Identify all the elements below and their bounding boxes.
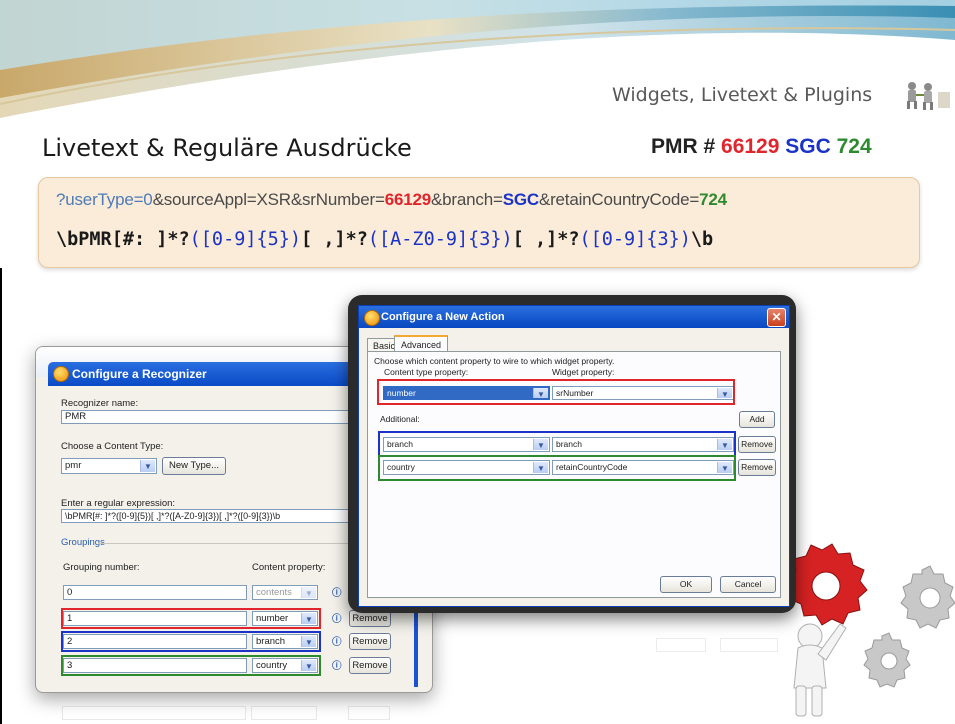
info-icon: ⓘ: [332, 588, 342, 599]
regex-group-1: ([0-9]{5}): [189, 229, 302, 250]
url-part-2: &sourceAppl=XSR&srNumber=: [152, 190, 385, 209]
widget-property-label: Widget property:: [552, 367, 615, 377]
content-type-label: Choose a Content Type:: [61, 441, 164, 452]
highlight-blue: [61, 631, 321, 652]
advanced-panel: Choose which content property to wire to…: [367, 351, 781, 598]
content-type-property-label: Content type property:: [384, 367, 469, 377]
action-title: Configure a New Action: [381, 311, 505, 323]
chevron-down-icon: ▼: [140, 460, 155, 472]
remove-button[interactable]: Remove: [738, 436, 776, 453]
pmr-heading: PMR # 66129 SGC 724: [651, 135, 872, 159]
regex-part-2: [ ,]*?: [301, 229, 368, 250]
recognizer-title: Configure a Recognizer: [72, 367, 207, 381]
content-type-select[interactable]: pmr ▼: [61, 458, 157, 474]
highlight-red: [61, 608, 321, 629]
action-titlebar[interactable]: Configure a New Action ✕: [359, 306, 789, 328]
reflection-field: [656, 638, 706, 652]
code-box: ?userType=0&sourceAppl=XSR&srNumber=6612…: [38, 177, 920, 268]
pmr-sgc: SGC: [785, 135, 831, 158]
content-property-value: contents: [256, 587, 292, 598]
highlight-red: [377, 379, 735, 405]
remove-button[interactable]: Remove: [738, 459, 776, 476]
highlight-blue: [378, 431, 736, 457]
ok-button[interactable]: OK: [660, 576, 712, 593]
info-icon: ⓘ: [332, 614, 342, 625]
regex-part-1: \bPMR[#: ]*?: [56, 229, 190, 250]
url-branch: SGC: [502, 190, 539, 209]
recognizer-reflection: [35, 700, 431, 724]
regex-part-3: [ ,]*?: [512, 229, 580, 250]
close-icon[interactable]: ✕: [767, 308, 786, 327]
url-line: ?userType=0&sourceAppl=XSR&srNumber=6612…: [56, 190, 727, 210]
reflection-field: [251, 706, 317, 720]
grouping-number-field[interactable]: 0: [63, 585, 247, 600]
highlight-green: [378, 455, 736, 481]
highlight-green: [61, 655, 321, 676]
pmr-code: 724: [836, 135, 872, 158]
content-property-header: Content property:: [252, 562, 326, 573]
pmr-prefix: PMR #: [651, 135, 722, 158]
new-type-button[interactable]: New Type...: [162, 457, 226, 475]
regex-line: \bPMR[#: ]*?([0-9]{5})[ ,]*?([A-Z0-9]{3}…: [56, 229, 713, 250]
info-icon: ⓘ: [332, 661, 342, 672]
add-button[interactable]: Add: [739, 411, 775, 428]
regex-part-4: \b: [690, 229, 714, 250]
pmr-number: 66129: [721, 135, 780, 158]
content-property-select[interactable]: contents ▼: [252, 585, 318, 600]
regex-group-2: ([A-Z0-9]{3}): [367, 229, 513, 250]
slide-left-border: [0, 268, 2, 724]
regex-label: Enter a regular expression:: [61, 498, 176, 509]
action-dialog: Configure a New Action ✕ Basic Advanced …: [358, 305, 790, 607]
remove-button[interactable]: Remove: [349, 633, 391, 650]
slide-title: Livetext & Reguläre Ausdrücke: [42, 134, 412, 162]
regex-group-3: ([0-9]{3}): [579, 229, 691, 250]
panel-description: Choose which content property to wire to…: [374, 356, 615, 366]
url-srnumber: 66129: [384, 190, 432, 209]
url-part-3: &branch=: [431, 190, 503, 209]
reflection-field: [62, 706, 246, 720]
content-type-value: pmr: [65, 460, 82, 471]
url-part-1: ?userType=0: [56, 190, 153, 209]
additional-label: Additional:: [380, 414, 420, 424]
cancel-button[interactable]: Cancel: [720, 576, 776, 593]
slide-subtitle: Widgets, Livetext & Plugins: [612, 84, 873, 106]
app-orb-icon: [53, 366, 69, 382]
info-icon: ⓘ: [332, 637, 342, 648]
chevron-down-icon: ▼: [301, 587, 316, 598]
remove-button[interactable]: Remove: [349, 657, 391, 674]
grouping-number-header: Grouping number:: [63, 562, 140, 573]
url-country: 724: [699, 190, 727, 209]
reflection-field: [348, 706, 390, 720]
people-icon: [907, 82, 950, 110]
url-part-4: &retainCountryCode=: [538, 190, 700, 209]
app-orb-icon: [364, 310, 380, 326]
recognizer-name-label: Recognizer name:: [61, 398, 139, 409]
